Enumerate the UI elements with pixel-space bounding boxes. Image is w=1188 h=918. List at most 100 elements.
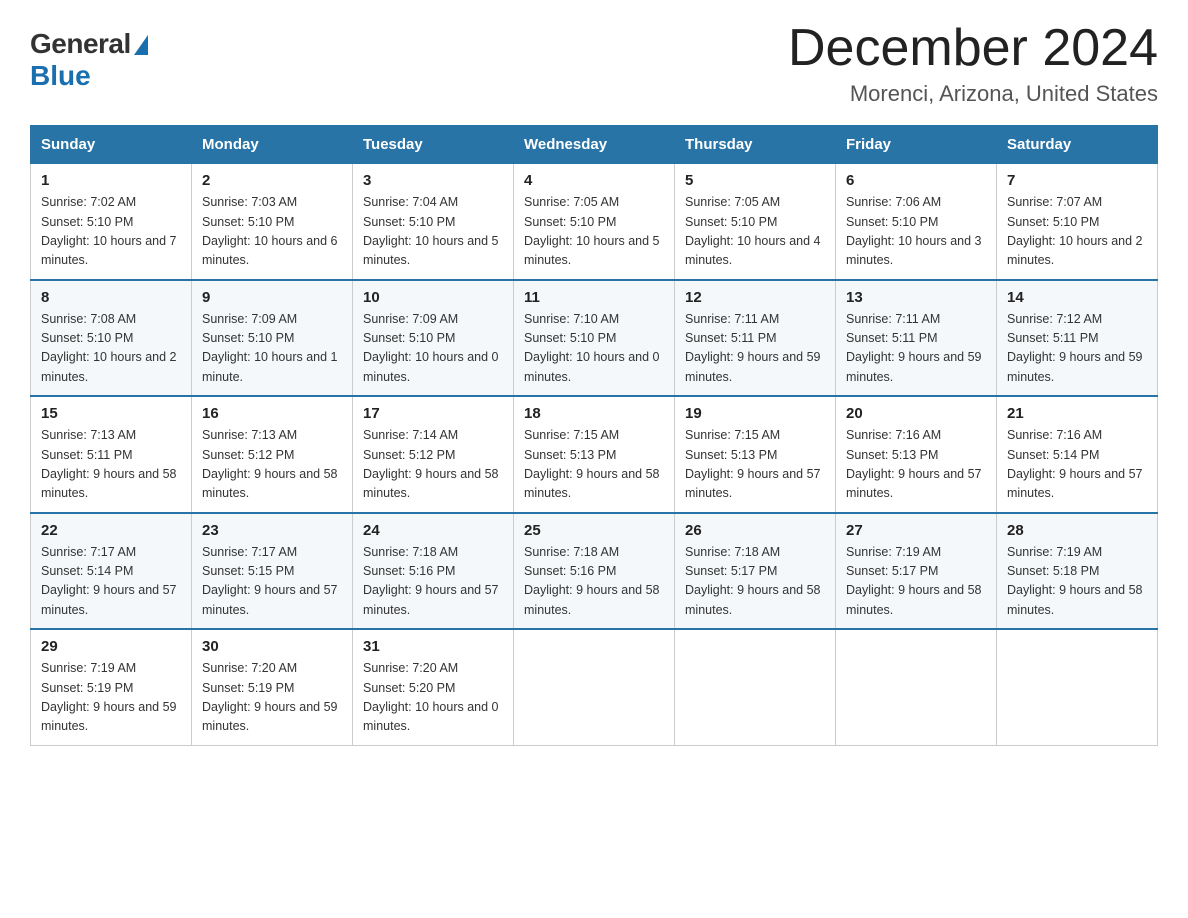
calendar-cell: 19 Sunrise: 7:15 AMSunset: 5:13 PMDayligh… <box>675 396 836 513</box>
calendar-cell: 1 Sunrise: 7:02 AMSunset: 5:10 PMDaylight… <box>31 164 192 280</box>
calendar-week-row: 29Sunrise: 7:19 AMSunset: 5:19 PMDayligh… <box>31 629 1158 745</box>
month-title: December 2024 <box>788 20 1158 77</box>
calendar-cell: 14 Sunrise: 7:12 AMSunset: 5:11 PMDayligh… <box>997 280 1158 397</box>
logo-triangle-icon <box>134 35 148 55</box>
logo: General Blue <box>30 20 148 92</box>
day-header-row: Sunday Monday Tuesday Wednesday Thursday… <box>31 126 1158 164</box>
day-number: 25 <box>524 522 664 539</box>
day-number: 11 <box>524 289 664 306</box>
day-number: 26 <box>685 522 825 539</box>
calendar-cell: 22Sunrise: 7:17 AMSunset: 5:14 PMDayligh… <box>31 513 192 630</box>
calendar-cell: 30 Sunrise: 7:20 AMSunset: 5:19 PMDayligh… <box>192 629 353 745</box>
calendar-cell: 31 Sunrise: 7:20 AMSunset: 5:20 PMDayligh… <box>353 629 514 745</box>
day-number: 13 <box>846 289 986 306</box>
logo-blue-text: Blue <box>30 60 91 92</box>
calendar-week-row: 15 Sunrise: 7:13 AMSunset: 5:11 PMDayligh… <box>31 396 1158 513</box>
day-info: Sunrise: 7:11 AMSunset: 5:11 PMDaylight:… <box>846 310 986 388</box>
day-number: 30 <box>202 638 342 655</box>
calendar-cell: 17 Sunrise: 7:14 AMSunset: 5:12 PMDayligh… <box>353 396 514 513</box>
title-area: December 2024 Morenci, Arizona, United S… <box>788 20 1158 107</box>
calendar-cell: 6Sunrise: 7:06 AMSunset: 5:10 PMDaylight… <box>836 164 997 280</box>
calendar-cell: 18 Sunrise: 7:15 AMSunset: 5:13 PMDayligh… <box>514 396 675 513</box>
day-number: 16 <box>202 405 342 422</box>
calendar-cell: 9 Sunrise: 7:09 AMSunset: 5:10 PMDaylight… <box>192 280 353 397</box>
day-info: Sunrise: 7:16 AMSunset: 5:13 PMDaylight:… <box>846 426 986 504</box>
day-number: 28 <box>1007 522 1147 539</box>
day-info: Sunrise: 7:09 AMSunset: 5:10 PMDaylight:… <box>202 310 342 388</box>
day-number: 1 <box>41 172 181 189</box>
calendar-cell: 5Sunrise: 7:05 AMSunset: 5:10 PMDaylight… <box>675 164 836 280</box>
day-info: Sunrise: 7:19 AMSunset: 5:19 PMDaylight:… <box>41 659 181 737</box>
day-info: Sunrise: 7:08 AMSunset: 5:10 PMDaylight:… <box>41 310 181 388</box>
day-info: Sunrise: 7:07 AMSunset: 5:10 PMDaylight:… <box>1007 193 1147 271</box>
day-info: Sunrise: 7:17 AMSunset: 5:15 PMDaylight:… <box>202 543 342 621</box>
calendar-cell: 28 Sunrise: 7:19 AMSunset: 5:18 PMDayligh… <box>997 513 1158 630</box>
calendar-week-row: 1 Sunrise: 7:02 AMSunset: 5:10 PMDaylight… <box>31 164 1158 280</box>
day-number: 2 <box>202 172 342 189</box>
day-info: Sunrise: 7:13 AMSunset: 5:11 PMDaylight:… <box>41 426 181 504</box>
day-info: Sunrise: 7:09 AMSunset: 5:10 PMDaylight:… <box>363 310 503 388</box>
calendar-table: Sunday Monday Tuesday Wednesday Thursday… <box>30 125 1158 746</box>
day-info: Sunrise: 7:15 AMSunset: 5:13 PMDaylight:… <box>685 426 825 504</box>
calendar-cell: 24Sunrise: 7:18 AMSunset: 5:16 PMDayligh… <box>353 513 514 630</box>
day-info: Sunrise: 7:03 AMSunset: 5:10 PMDaylight:… <box>202 193 342 271</box>
day-info: Sunrise: 7:20 AMSunset: 5:20 PMDaylight:… <box>363 659 503 737</box>
day-info: Sunrise: 7:15 AMSunset: 5:13 PMDaylight:… <box>524 426 664 504</box>
day-number: 17 <box>363 405 503 422</box>
day-info: Sunrise: 7:19 AMSunset: 5:18 PMDaylight:… <box>1007 543 1147 621</box>
day-number: 9 <box>202 289 342 306</box>
calendar-cell: 27 Sunrise: 7:19 AMSunset: 5:17 PMDayligh… <box>836 513 997 630</box>
calendar-cell <box>836 629 997 745</box>
header-saturday: Saturday <box>997 126 1158 164</box>
header: General Blue December 2024 Morenci, Ariz… <box>30 20 1158 107</box>
day-number: 14 <box>1007 289 1147 306</box>
day-number: 12 <box>685 289 825 306</box>
header-thursday: Thursday <box>675 126 836 164</box>
day-number: 6 <box>846 172 986 189</box>
day-number: 10 <box>363 289 503 306</box>
calendar-cell: 4Sunrise: 7:05 AMSunset: 5:10 PMDaylight… <box>514 164 675 280</box>
location-subtitle: Morenci, Arizona, United States <box>788 81 1158 107</box>
day-info: Sunrise: 7:20 AMSunset: 5:19 PMDaylight:… <box>202 659 342 737</box>
logo-general-text: General <box>30 28 131 60</box>
day-number: 31 <box>363 638 503 655</box>
calendar-week-row: 22Sunrise: 7:17 AMSunset: 5:14 PMDayligh… <box>31 513 1158 630</box>
day-number: 8 <box>41 289 181 306</box>
calendar-cell <box>675 629 836 745</box>
day-info: Sunrise: 7:10 AMSunset: 5:10 PMDaylight:… <box>524 310 664 388</box>
day-info: Sunrise: 7:14 AMSunset: 5:12 PMDaylight:… <box>363 426 503 504</box>
day-info: Sunrise: 7:19 AMSunset: 5:17 PMDaylight:… <box>846 543 986 621</box>
day-number: 5 <box>685 172 825 189</box>
calendar-cell: 26 Sunrise: 7:18 AMSunset: 5:17 PMDayligh… <box>675 513 836 630</box>
day-number: 27 <box>846 522 986 539</box>
calendar-cell: 11 Sunrise: 7:10 AMSunset: 5:10 PMDayligh… <box>514 280 675 397</box>
day-info: Sunrise: 7:18 AMSunset: 5:16 PMDaylight:… <box>363 543 503 621</box>
day-info: Sunrise: 7:05 AMSunset: 5:10 PMDaylight:… <box>524 193 664 271</box>
day-info: Sunrise: 7:18 AMSunset: 5:17 PMDaylight:… <box>685 543 825 621</box>
calendar-cell: 16 Sunrise: 7:13 AMSunset: 5:12 PMDayligh… <box>192 396 353 513</box>
calendar-cell: 7Sunrise: 7:07 AMSunset: 5:10 PMDaylight… <box>997 164 1158 280</box>
calendar-week-row: 8 Sunrise: 7:08 AMSunset: 5:10 PMDaylight… <box>31 280 1158 397</box>
header-sunday: Sunday <box>31 126 192 164</box>
day-number: 23 <box>202 522 342 539</box>
day-number: 15 <box>41 405 181 422</box>
header-friday: Friday <box>836 126 997 164</box>
day-number: 21 <box>1007 405 1147 422</box>
header-monday: Monday <box>192 126 353 164</box>
day-number: 20 <box>846 405 986 422</box>
day-info: Sunrise: 7:16 AMSunset: 5:14 PMDaylight:… <box>1007 426 1147 504</box>
calendar-cell: 2 Sunrise: 7:03 AMSunset: 5:10 PMDaylight… <box>192 164 353 280</box>
day-number: 18 <box>524 405 664 422</box>
calendar-cell: 13 Sunrise: 7:11 AMSunset: 5:11 PMDayligh… <box>836 280 997 397</box>
calendar-cell: 25Sunrise: 7:18 AMSunset: 5:16 PMDayligh… <box>514 513 675 630</box>
calendar-cell: 21 Sunrise: 7:16 AMSunset: 5:14 PMDayligh… <box>997 396 1158 513</box>
day-number: 19 <box>685 405 825 422</box>
header-wednesday: Wednesday <box>514 126 675 164</box>
day-info: Sunrise: 7:02 AMSunset: 5:10 PMDaylight:… <box>41 193 181 271</box>
day-info: Sunrise: 7:04 AMSunset: 5:10 PMDaylight:… <box>363 193 503 271</box>
day-info: Sunrise: 7:13 AMSunset: 5:12 PMDaylight:… <box>202 426 342 504</box>
header-tuesday: Tuesday <box>353 126 514 164</box>
calendar-cell <box>514 629 675 745</box>
day-info: Sunrise: 7:12 AMSunset: 5:11 PMDaylight:… <box>1007 310 1147 388</box>
calendar-cell: 8 Sunrise: 7:08 AMSunset: 5:10 PMDaylight… <box>31 280 192 397</box>
